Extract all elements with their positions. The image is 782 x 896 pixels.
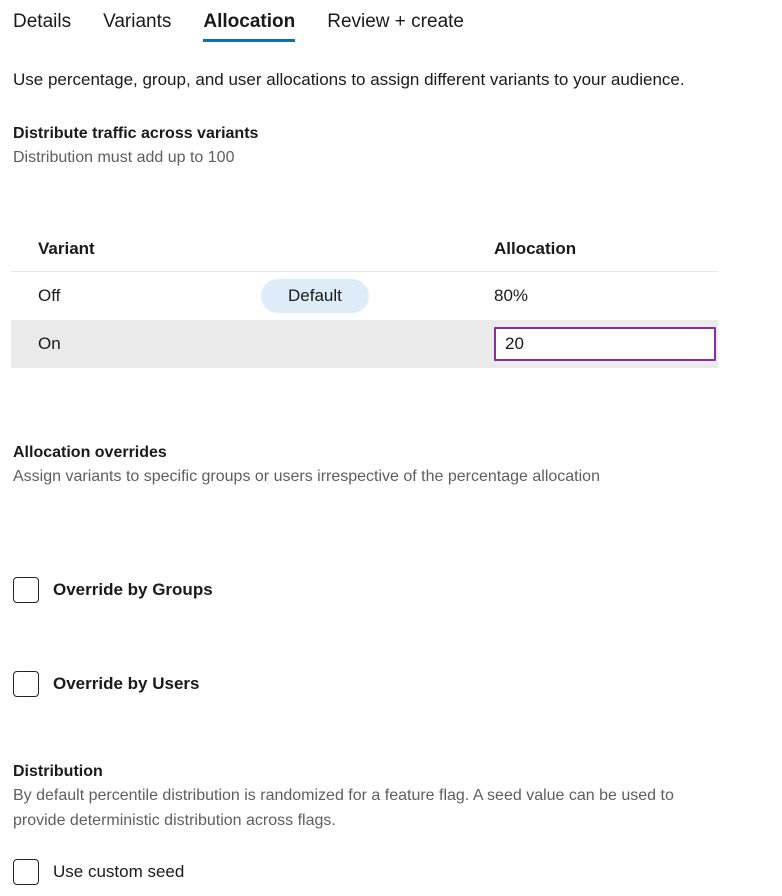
variant-name-off: Off: [11, 286, 261, 306]
distribute-traffic-section: Distribute traffic across variants Distr…: [13, 123, 713, 170]
variant-name-on: On: [11, 334, 261, 354]
tab-variants-label: Variants: [103, 11, 171, 32]
distribution-subtitle: By default percentile distribution is ra…: [13, 783, 713, 833]
distribution-title: Distribution: [13, 761, 713, 783]
override-by-users-checkbox[interactable]: [13, 671, 39, 697]
allocation-input-cell: [494, 327, 718, 361]
override-by-groups-checkbox[interactable]: [13, 577, 39, 603]
use-custom-seed-label: Use custom seed: [53, 862, 184, 882]
status-badge: Default: [261, 279, 369, 313]
allocation-input-on[interactable]: [494, 327, 716, 361]
tab-variants[interactable]: Variants: [103, 0, 171, 42]
allocation-overrides-section: Allocation overrides Assign variants to …: [13, 442, 663, 489]
distribution-section: Distribution By default percentile distr…: [13, 761, 713, 833]
tab-allocation[interactable]: Allocation: [203, 0, 295, 42]
allocation-table: Variant Allocation Off Default 80% On: [11, 226, 718, 368]
override-by-groups-label: Override by Groups: [53, 580, 213, 600]
allocation-value-off: 80%: [494, 286, 718, 306]
tab-allocation-label: Allocation: [203, 11, 295, 32]
allocation-overrides-subtitle: Assign variants to specific groups or us…: [13, 464, 663, 489]
distribute-traffic-title: Distribute traffic across variants: [13, 123, 713, 145]
distribute-traffic-subtitle: Distribution must add up to 100: [13, 145, 713, 170]
use-custom-seed-checkbox[interactable]: [13, 859, 39, 885]
tab-details[interactable]: Details: [13, 0, 71, 42]
table-header-row: Variant Allocation: [11, 226, 718, 272]
override-by-users-row[interactable]: Override by Users: [13, 671, 199, 697]
tab-review-create[interactable]: Review + create: [327, 0, 464, 42]
column-header-allocation: Allocation: [494, 239, 576, 259]
page-description: Use percentage, group, and user allocati…: [13, 68, 779, 92]
column-header-variant: Variant: [11, 239, 494, 259]
override-by-groups-row[interactable]: Override by Groups: [13, 577, 213, 603]
use-custom-seed-row[interactable]: Use custom seed: [13, 859, 184, 885]
override-by-users-label: Override by Users: [53, 674, 199, 694]
tab-details-label: Details: [13, 11, 71, 32]
active-tab-underline: [203, 39, 295, 42]
tab-bar: Details Variants Allocation Review + cre…: [0, 0, 782, 52]
default-badge-cell: Default: [261, 279, 494, 313]
tab-review-create-label: Review + create: [327, 11, 464, 32]
allocation-overrides-title: Allocation overrides: [13, 442, 663, 464]
table-row[interactable]: On: [11, 320, 718, 368]
table-row[interactable]: Off Default 80%: [11, 272, 718, 320]
